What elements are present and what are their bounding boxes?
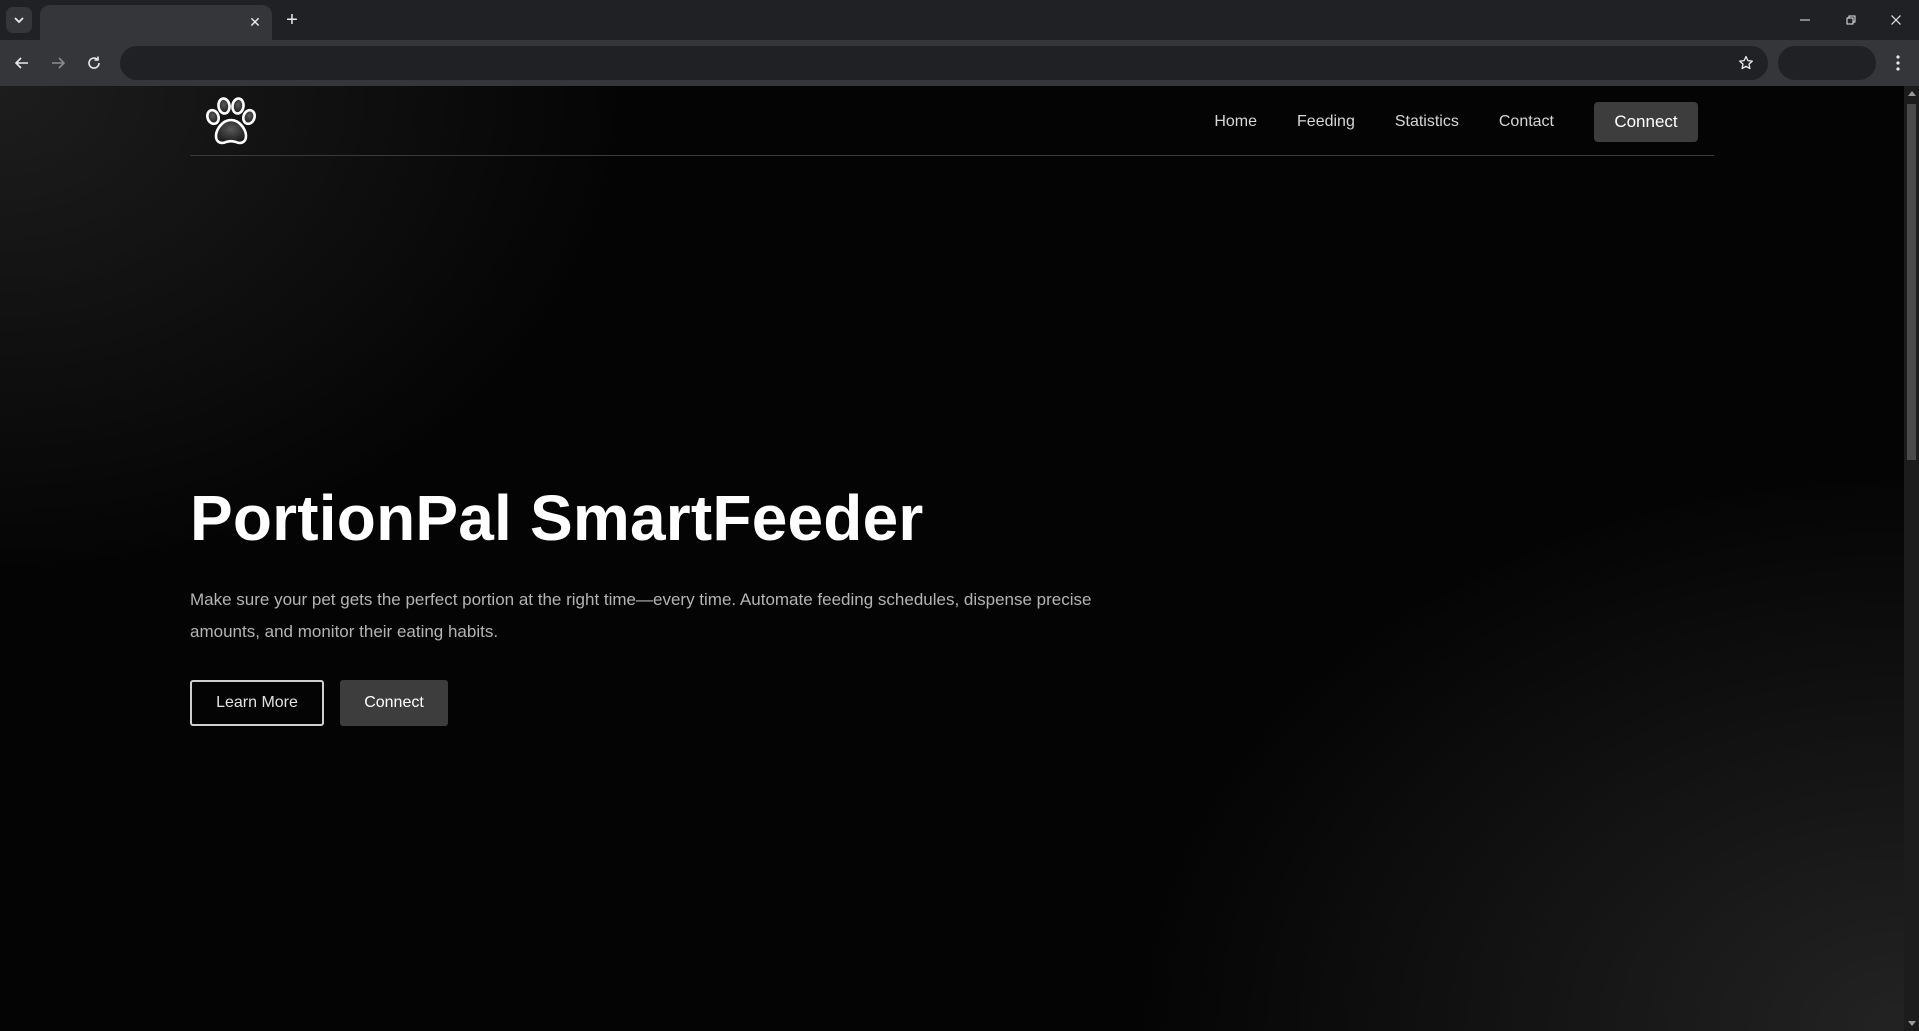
hero-title: PortionPal SmartFeeder (190, 482, 924, 554)
kebab-menu-icon (1896, 55, 1900, 71)
browser-tab[interactable]: ✕ (40, 5, 272, 40)
nav-link-contact[interactable]: Contact (1499, 113, 1554, 131)
nav-link-home[interactable]: Home (1214, 113, 1257, 131)
reload-icon (88, 56, 100, 69)
page-viewport: Home Feeding Statistics Contact Connect … (0, 86, 1904, 1031)
site-navbar: Home Feeding Statistics Contact Connect (190, 86, 1714, 156)
close-window-button[interactable] (1873, 0, 1919, 40)
forward-button[interactable] (44, 49, 72, 77)
tab-search-button[interactable] (6, 7, 32, 33)
browser-toolbar (0, 40, 1919, 86)
restore-icon (1846, 15, 1856, 25)
nav-connect-button[interactable]: Connect (1594, 102, 1698, 142)
plus-icon: + (286, 8, 298, 31)
page-scrollbar[interactable] (1904, 86, 1919, 1031)
hero-connect-button[interactable]: Connect (340, 680, 448, 726)
hero-buttons: Learn More Connect (190, 680, 448, 726)
address-bar[interactable] (120, 46, 1768, 80)
nav-link-statistics[interactable]: Statistics (1395, 113, 1459, 131)
scroll-up-arrow[interactable] (1904, 86, 1919, 100)
minimize-button[interactable] (1782, 0, 1828, 40)
bookmark-button[interactable] (1736, 53, 1756, 73)
hero-description: Make sure your pet gets the perfect port… (190, 590, 1092, 641)
chevron-down-icon (14, 17, 24, 24)
restore-button[interactable] (1828, 0, 1874, 40)
tab-close-button[interactable]: ✕ (244, 11, 266, 33)
learn-more-button[interactable]: Learn More (190, 680, 324, 726)
arrow-right-icon (52, 57, 66, 69)
profile-button[interactable] (1778, 46, 1876, 80)
arrow-left-icon (14, 57, 28, 69)
paw-print-icon (206, 97, 256, 145)
back-button[interactable] (8, 49, 36, 77)
triangle-down-icon (1907, 1021, 1916, 1026)
nav-links: Home Feeding Statistics Contact Connect (1214, 102, 1698, 142)
close-icon (1891, 15, 1901, 25)
logo[interactable] (204, 96, 258, 148)
new-tab-button[interactable]: + (280, 8, 304, 32)
browser-tab-strip: ✕ + (0, 0, 1919, 40)
minimize-icon (1800, 19, 1810, 21)
star-icon (1739, 55, 1753, 70)
reload-button[interactable] (80, 49, 108, 77)
close-icon: ✕ (249, 13, 261, 30)
scrollbar-thumb[interactable] (1907, 104, 1916, 460)
scroll-down-arrow[interactable] (1904, 1017, 1919, 1031)
nav-link-feeding[interactable]: Feeding (1297, 113, 1355, 131)
browser-menu-button[interactable] (1884, 49, 1912, 77)
triangle-up-icon (1907, 91, 1916, 96)
